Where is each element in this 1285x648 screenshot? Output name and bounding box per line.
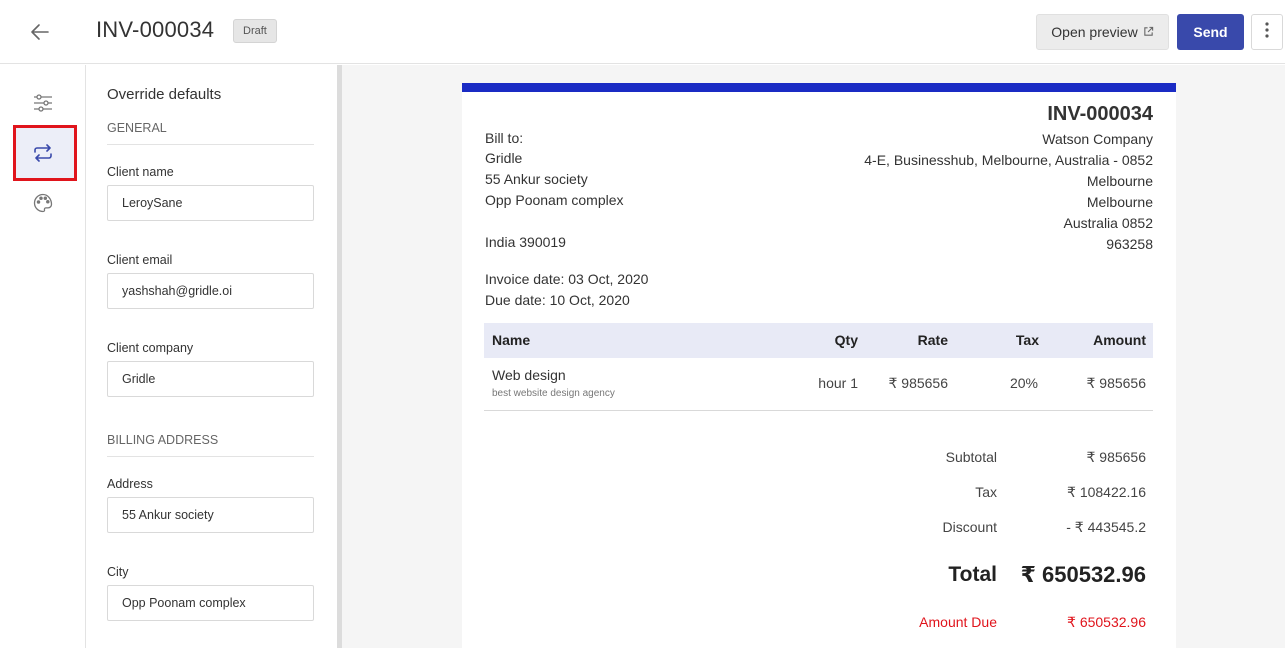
from-city: Melbourne (1086, 173, 1153, 189)
item-description: best website design agency (492, 388, 615, 399)
more-options-button[interactable] (1251, 14, 1283, 50)
open-preview-label: Open preview (1051, 24, 1138, 40)
col-amount-header: Amount (1093, 332, 1146, 348)
invoice-sheet: INV-000034 Bill to: Gridle 55 Ankur soci… (462, 83, 1176, 648)
city-label: City (107, 565, 129, 579)
back-arrow-icon[interactable] (28, 20, 52, 44)
panel-title: Override defaults (107, 86, 222, 103)
client-name-label: Client name (107, 165, 174, 179)
client-company-input[interactable] (107, 361, 314, 397)
general-heading: GENERAL (107, 121, 314, 145)
discount-label: Discount (942, 519, 997, 535)
total-value: ₹ 650532.96 (1020, 562, 1146, 587)
from-address: 4-E, Businesshub, Melbourne, Australia -… (864, 152, 1153, 168)
from-company: Watson Company (1042, 131, 1153, 147)
client-company-label: Client company (107, 341, 194, 355)
subtotal-value: ₹ 985656 (1086, 449, 1146, 465)
city-input[interactable] (107, 585, 314, 621)
subtotal-label: Subtotal (945, 449, 997, 465)
tax-value: ₹ 108422.16 (1067, 484, 1146, 500)
total-label: Total (948, 563, 997, 586)
bill-to-line2: Opp Poonam complex (485, 192, 624, 208)
invoice-date: Invoice date: 03 Oct, 2020 (485, 271, 649, 287)
tax-label: Tax (975, 484, 997, 500)
amount-due-value: ₹ 650532.96 (1067, 614, 1146, 630)
status-badge: Draft (233, 19, 277, 43)
top-bar: INV-000034 Draft Open preview Send (0, 0, 1285, 64)
page-title: INV-000034 (96, 17, 215, 42)
client-email-label: Client email (107, 253, 173, 267)
settings-tab[interactable] (29, 91, 57, 119)
sliders-icon (33, 93, 53, 117)
bill-to-line1: 55 Ankur society (485, 171, 588, 187)
item-qty: hour 1 (818, 375, 858, 391)
discount-value: - ₹ 443545.2 (1066, 519, 1146, 535)
billing-address-heading: BILLING ADDRESS (107, 433, 314, 457)
open-preview-button[interactable]: Open preview (1036, 14, 1169, 50)
from-phone: 963258 (1106, 236, 1153, 252)
override-defaults-tab[interactable] (29, 141, 57, 169)
col-name-header: Name (492, 332, 531, 348)
theme-tab[interactable] (29, 191, 57, 219)
col-qty-header: Qty (834, 332, 858, 348)
invoice-number: INV-000034 (1047, 103, 1153, 125)
from-state: Melbourne (1086, 194, 1153, 210)
item-rate: ₹ 985656 (888, 375, 948, 391)
due-date: Due date: 10 Oct, 2020 (485, 292, 630, 308)
col-tax-header: Tax (1015, 332, 1039, 348)
table-row: Web design best website design agency ho… (484, 358, 1153, 411)
client-email-input[interactable] (107, 273, 314, 309)
bill-to-line3: India 390019 (485, 234, 566, 250)
client-name-input[interactable] (107, 185, 314, 221)
vertical-dots-icon (1265, 21, 1269, 43)
address-input[interactable] (107, 497, 314, 533)
send-button[interactable]: Send (1177, 14, 1244, 50)
item-name: Web design (492, 367, 566, 383)
bill-to-company: Gridle (485, 150, 523, 166)
palette-icon (33, 193, 53, 218)
swap-arrows-icon (33, 143, 53, 167)
override-defaults-panel: Override defaults GENERAL Client name Cl… (86, 65, 337, 648)
address-label: Address (107, 477, 153, 491)
col-rate-header: Rate (917, 332, 948, 348)
bill-to-label: Bill to: (485, 130, 524, 146)
external-link-icon (1143, 24, 1154, 40)
item-tax: 20% (1009, 375, 1038, 391)
amount-due-label: Amount Due (919, 614, 997, 630)
item-amount: ₹ 985656 (1086, 375, 1146, 391)
from-country-zip: Australia 0852 (1063, 215, 1153, 231)
icon-rail (0, 65, 86, 648)
items-table-header: Name Qty Rate Tax Amount (484, 323, 1153, 358)
